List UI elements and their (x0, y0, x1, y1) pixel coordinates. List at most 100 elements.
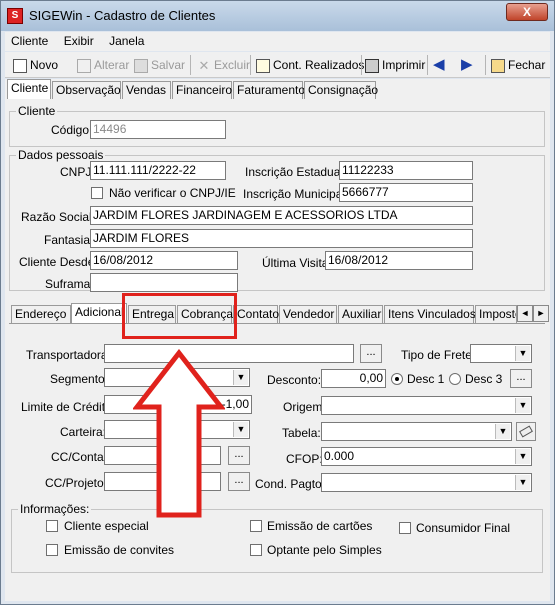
main-window: S SIGEWin - Cadastro de Clientes X Clien… (0, 0, 555, 605)
printer-icon (365, 58, 379, 73)
arrow-left-icon: ◀ (433, 56, 445, 73)
salvar-button[interactable]: Salvar (134, 55, 185, 75)
menu-exibir[interactable]: Exibir (58, 32, 100, 50)
tab-cliente[interactable]: Cliente (7, 79, 51, 99)
content-panel: Cliente Observação Vendas Financeiro Fat… (5, 79, 550, 601)
ie-label: Inscrição Estadual (245, 165, 344, 179)
cliente-desde-label: Cliente Desde (19, 255, 95, 269)
tab-imposto[interactable]: Imposto (475, 305, 517, 323)
excluir-label: Excluir (214, 58, 251, 72)
toolbar-separator (190, 55, 191, 75)
origem-select[interactable]: ▼ (321, 396, 532, 415)
menu-cliente[interactable]: Cliente (5, 32, 54, 50)
emissao-cartoes-checkbox[interactable] (250, 520, 262, 532)
close-button[interactable]: X (506, 3, 548, 21)
tipo-frete-label: Tipo de Frete: (401, 348, 476, 362)
chevron-down-icon: ▼ (233, 370, 248, 385)
toolbar: Novo Alterar Salvar ✕ Excluir Cont. Reali… (5, 52, 550, 78)
desc3-radio[interactable] (449, 373, 461, 385)
tab-adicional[interactable]: Adicional (71, 303, 127, 323)
tipo-frete-select[interactable]: ▼ (470, 344, 532, 363)
novo-button[interactable]: Novo (13, 55, 58, 75)
tab-vendas[interactable]: Vendas (122, 81, 171, 99)
excluir-button[interactable]: ✕ Excluir (197, 55, 250, 75)
previous-button[interactable]: ◀ (433, 55, 445, 75)
desc1-radio[interactable] (391, 373, 403, 385)
tabela-select[interactable]: ▼ (321, 422, 512, 441)
cont-realizados-button[interactable]: Cont. Realizados (256, 55, 364, 75)
chevron-down-icon: ▼ (515, 449, 530, 464)
im-field[interactable]: 5666777 (339, 183, 473, 202)
fantasia-field[interactable]: JARDIM FLORES (90, 229, 473, 248)
tab-faturamento[interactable]: Faturamento (233, 81, 305, 99)
suframa-field[interactable] (90, 273, 238, 292)
tabs-scroll-left[interactable]: ◄ (517, 305, 533, 322)
desconto-lookup-button[interactable]: ... (510, 369, 532, 388)
razao-social-field[interactable]: JARDIM FLORES JARDINAGEM E ACESSORIOS LT… (90, 206, 473, 225)
tab-vendedor[interactable]: Vendedor (279, 305, 337, 323)
optante-simples-label: Optante pelo Simples (267, 543, 382, 557)
razao-social-label: Razão Social (21, 210, 92, 224)
arrow-right-icon: ▶ (461, 56, 473, 73)
delete-icon: ✕ (198, 57, 210, 73)
tab-auxiliar[interactable]: Auxiliar (338, 305, 383, 323)
nao-verificar-label: Não verificar o CNPJ/IE (109, 186, 236, 200)
cfop-label: CFOP: (286, 452, 323, 466)
tab-financeiro[interactable]: Financeiro (172, 81, 232, 99)
tabs-scroll-right[interactable]: ► (533, 305, 549, 322)
cc-projeto-lookup-button[interactable]: ... (228, 472, 250, 491)
suframa-label: Suframa (45, 277, 91, 291)
up-arrow-icon (133, 349, 225, 518)
emissao-convites-checkbox[interactable] (46, 544, 58, 556)
eraser-icon (519, 425, 533, 438)
codigo-field[interactable]: 14496 (90, 120, 226, 139)
tab-consignacao[interactable]: Consignação (304, 81, 378, 99)
highlight-box (122, 293, 237, 339)
cnpj-field[interactable]: 11.111.111/2222-22 (90, 161, 226, 180)
title-bar: S SIGEWin - Cadastro de Clientes X (1, 1, 554, 31)
cliente-especial-checkbox[interactable] (46, 520, 58, 532)
consumidor-final-checkbox[interactable] (399, 522, 411, 534)
cc-conta-lookup-button[interactable]: ... (228, 446, 250, 465)
tab-endereco[interactable]: Endereço (11, 305, 71, 323)
cliente-desde-field[interactable]: 16/08/2012 (90, 251, 238, 270)
chevron-down-icon: ▼ (515, 475, 530, 490)
codigo-label: Código: (51, 123, 93, 137)
fechar-label: Fechar (508, 58, 546, 72)
tab-observacao[interactable]: Observação (52, 81, 121, 99)
exit-door-icon (491, 58, 505, 73)
ie-field[interactable]: 11122233 (339, 161, 473, 180)
tabela-label: Tabela: (282, 426, 321, 440)
cont-realizados-label: Cont. Realizados (273, 58, 365, 72)
alterar-button[interactable]: Alterar (77, 55, 129, 75)
clear-tabela-button[interactable] (516, 422, 536, 441)
next-button[interactable]: ▶ (461, 55, 473, 75)
new-document-icon (13, 58, 27, 73)
transportadora-label: Transportadora: (26, 348, 111, 362)
transportadora-lookup-button[interactable]: ... (360, 344, 382, 363)
carteira-label: Carteira: (60, 425, 107, 439)
app-icon: S (7, 8, 23, 24)
imprimir-label: Imprimir (382, 58, 426, 72)
chevron-down-icon: ▼ (515, 346, 530, 361)
nao-verificar-checkbox[interactable] (91, 187, 103, 199)
desconto-field[interactable]: 0,00 (321, 369, 386, 388)
chevron-down-icon: ▼ (515, 398, 530, 413)
ultima-visita-label: Última Visita (262, 256, 329, 270)
cliente-especial-label: Cliente especial (64, 519, 149, 533)
desc1-label: Desc 1 (407, 372, 445, 386)
ultima-visita-field[interactable]: 16/08/2012 (325, 251, 473, 270)
tab-contato[interactable]: Contato (233, 305, 279, 323)
menu-janela[interactable]: Janela (103, 32, 150, 50)
tab-itens-vinculados[interactable]: Itens Vinculados (384, 305, 476, 323)
cond-pagto-select[interactable]: ▼ (321, 473, 532, 492)
optante-simples-checkbox[interactable] (250, 544, 262, 556)
cfop-select[interactable]: 0.000 ▼ (321, 447, 532, 466)
limite-credito-label: Limite de Crédito: (21, 400, 116, 414)
chevron-down-icon: ▼ (233, 422, 248, 437)
imprimir-button[interactable]: Imprimir (365, 55, 425, 75)
fechar-button[interactable]: Fechar (491, 55, 545, 75)
segmento-label: Segmento: (50, 372, 109, 386)
chevron-down-icon: ▼ (495, 424, 510, 439)
desc3-label: Desc 3 (465, 372, 503, 386)
